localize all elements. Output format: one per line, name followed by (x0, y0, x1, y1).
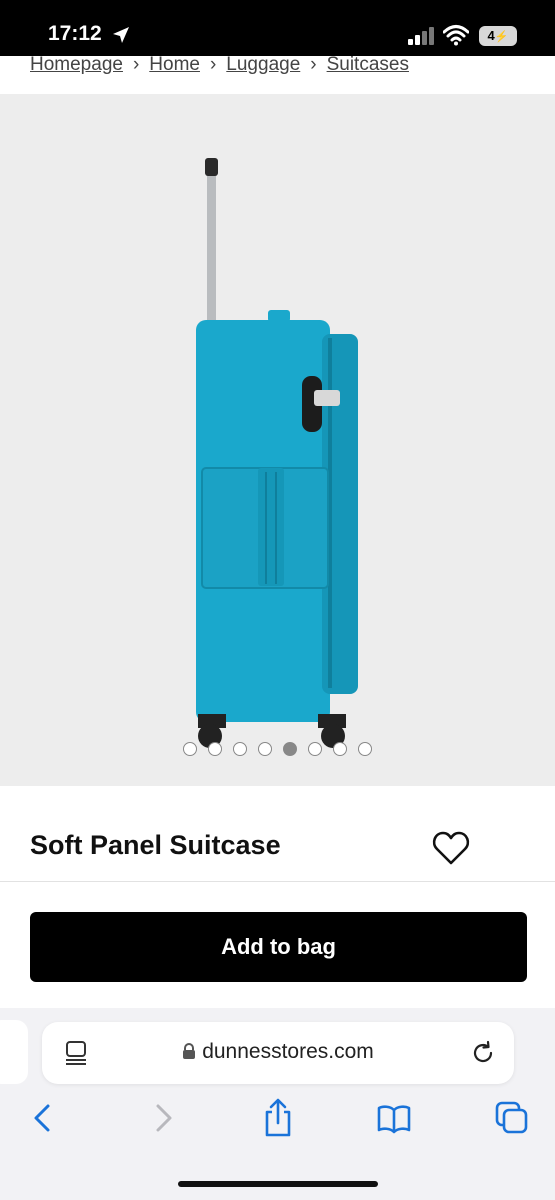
gallery-dot[interactable] (283, 742, 297, 756)
breadcrumb: Homepage › Home › Luggage › Suitcases (0, 56, 555, 94)
breadcrumb-suitcases[interactable]: Suitcases (327, 56, 409, 76)
status-time: 17:12 (48, 22, 102, 45)
gallery-dot[interactable] (233, 742, 247, 756)
gallery-dot[interactable] (183, 742, 197, 756)
lock-icon (183, 1043, 196, 1059)
product-title: Soft Panel Suitcase (30, 830, 281, 860)
breadcrumb-separator: › (209, 56, 217, 75)
breadcrumb-homepage[interactable]: Homepage (30, 56, 123, 76)
share-icon[interactable] (260, 1098, 296, 1138)
chevron-right-icon[interactable] (146, 1098, 182, 1138)
address-bar[interactable]: dunnesstores.com (42, 1022, 514, 1084)
breadcrumb-home[interactable]: Home (149, 56, 200, 76)
home-indicator (178, 1181, 378, 1187)
product-image-gallery[interactable] (0, 94, 555, 786)
tabs-icon[interactable] (494, 1098, 530, 1138)
battery-level: 4 (487, 28, 495, 43)
book-icon[interactable] (376, 1098, 412, 1138)
breadcrumb-separator: › (310, 56, 317, 75)
gallery-dot[interactable] (208, 742, 222, 756)
signal-icon (408, 27, 434, 45)
gallery-dot[interactable] (358, 742, 372, 756)
breadcrumb-luggage[interactable]: Luggage (226, 56, 300, 76)
reload-icon[interactable] (470, 1040, 496, 1066)
chevron-left-icon[interactable] (26, 1098, 62, 1138)
add-to-bag-button[interactable]: Add to bag (30, 912, 527, 982)
breadcrumb-separator: › (132, 56, 140, 75)
gallery-dot[interactable] (333, 742, 347, 756)
gallery-dot[interactable] (258, 742, 272, 756)
gallery-pagination (0, 742, 555, 756)
product-title-row: Soft Panel Suitcase (0, 786, 555, 882)
url-text: dunnesstores.com (202, 1040, 374, 1063)
heart-icon[interactable] (432, 830, 470, 866)
wifi-icon (443, 25, 469, 46)
location-arrow-icon (113, 27, 129, 43)
gallery-dot[interactable] (308, 742, 322, 756)
battery-indicator: 4⚡ (479, 26, 517, 46)
suitcase-image (196, 158, 358, 748)
previous-tab-preview[interactable] (0, 1020, 28, 1084)
url-display[interactable]: dunnesstores.com (42, 1040, 514, 1064)
